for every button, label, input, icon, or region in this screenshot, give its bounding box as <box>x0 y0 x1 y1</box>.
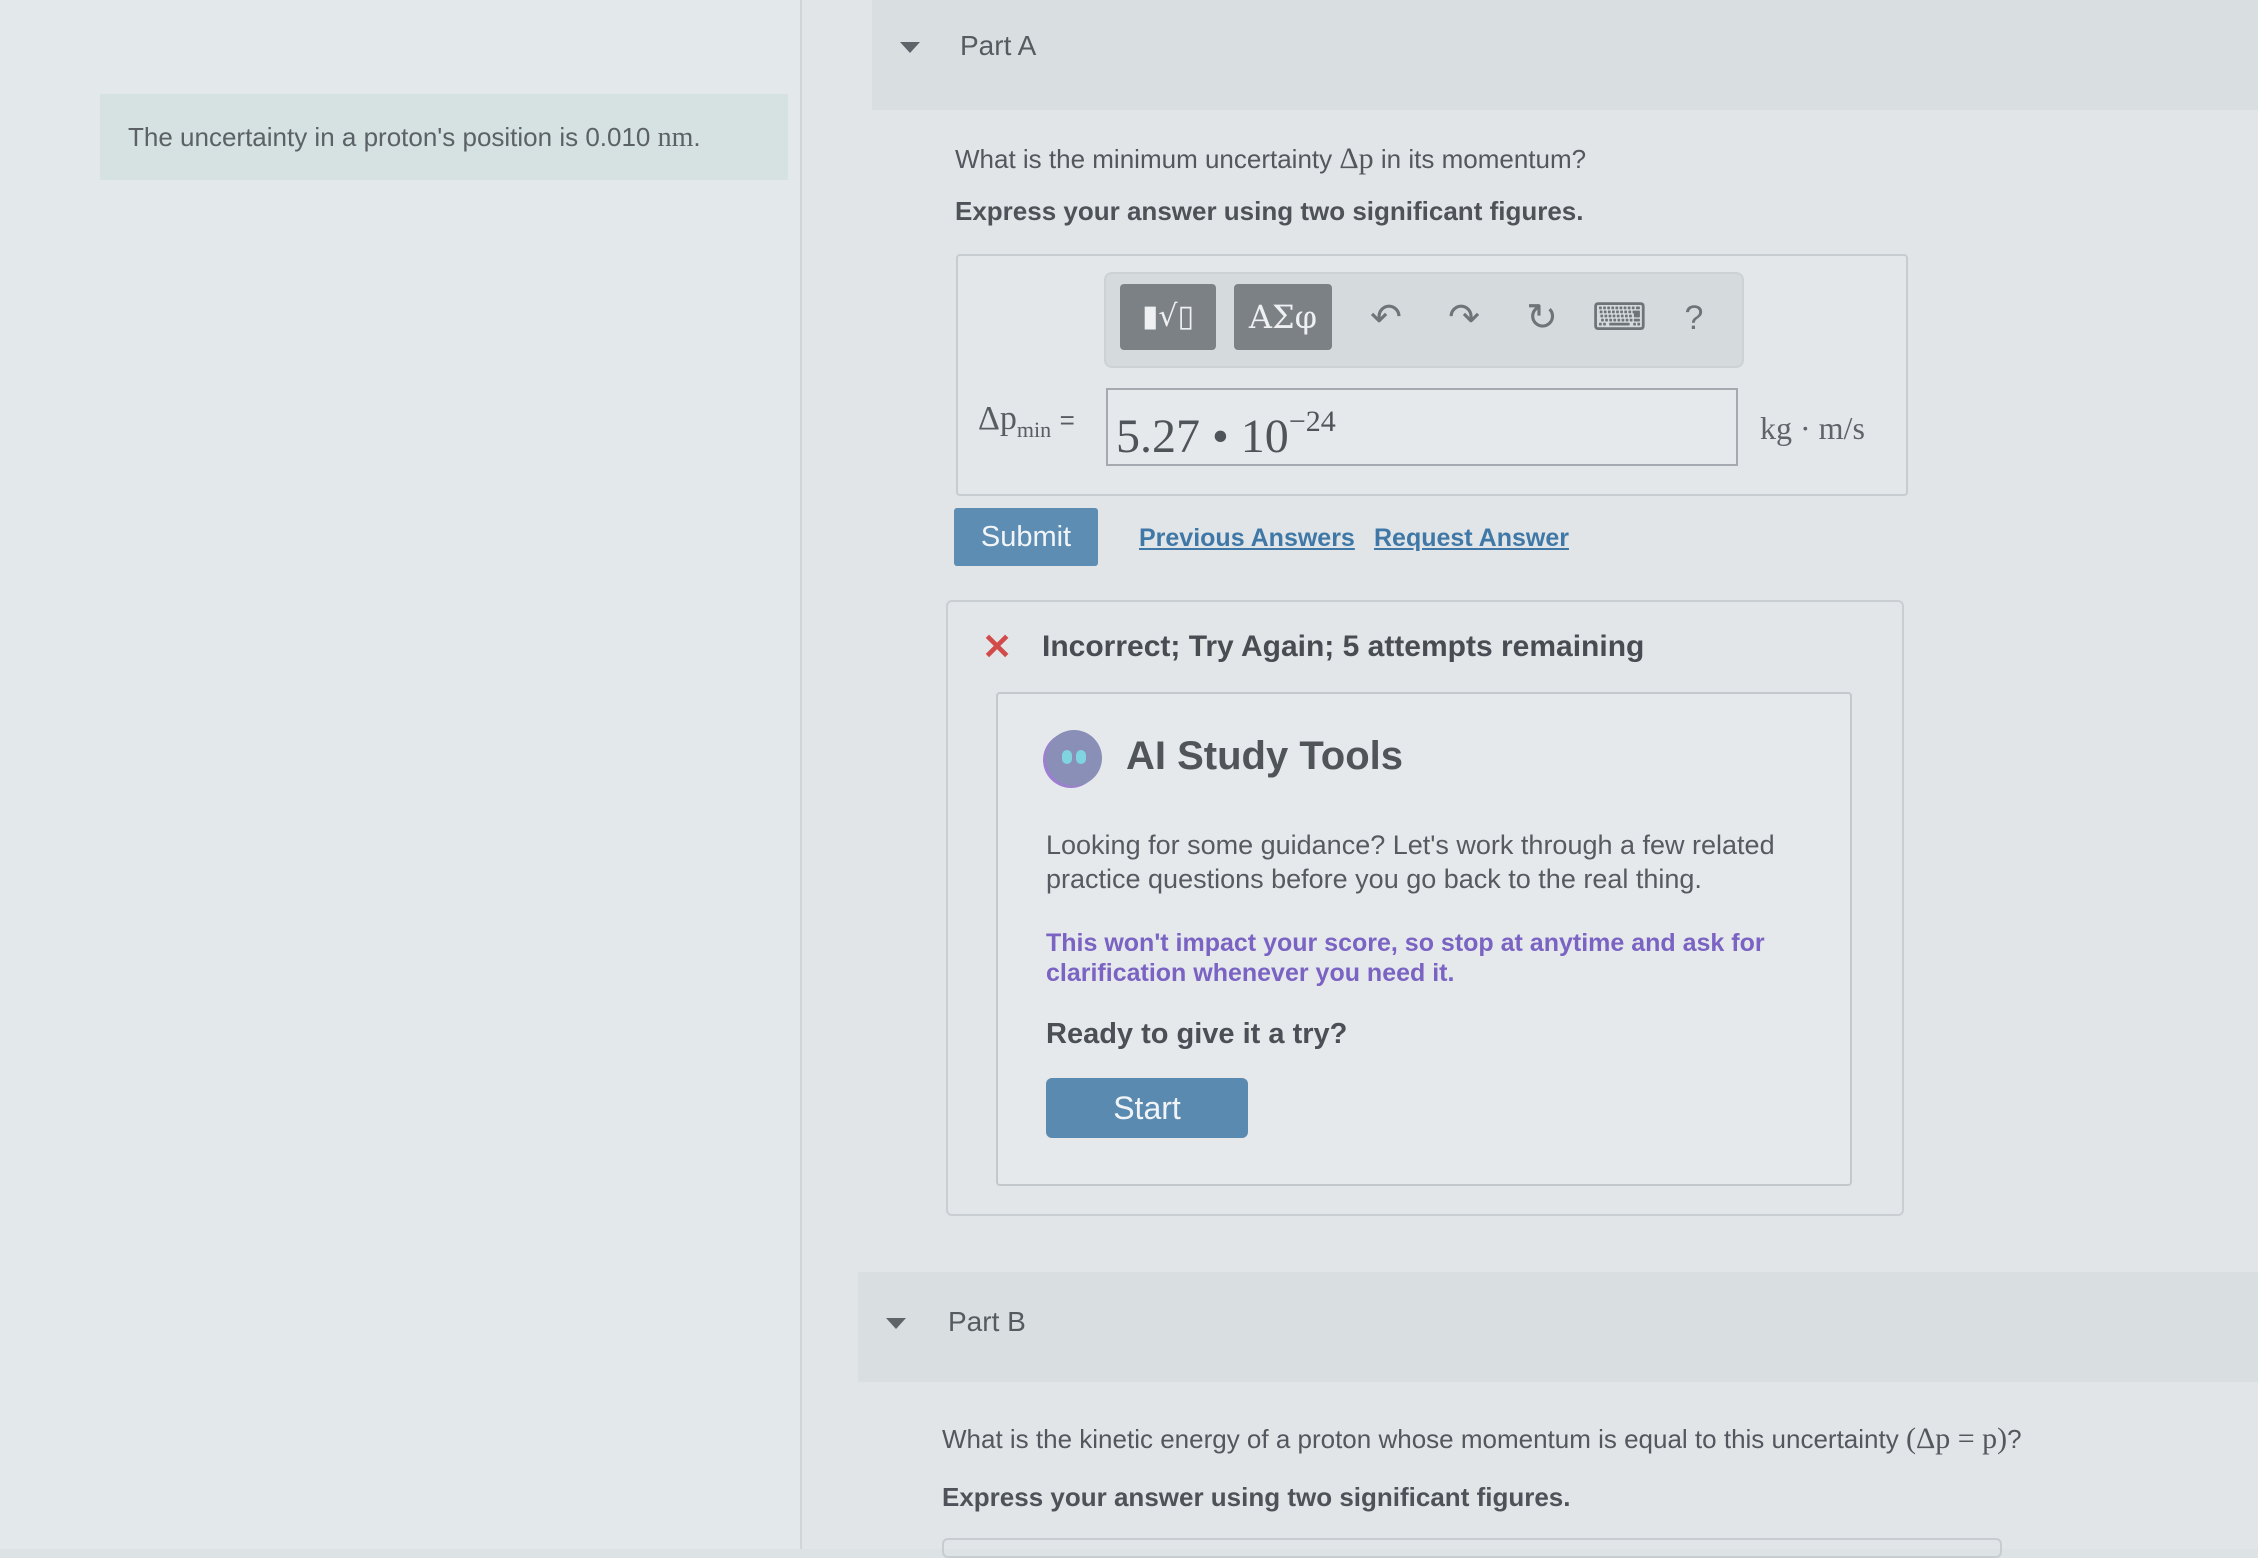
part-a-question-suffix: in its momentum? <box>1380 144 1587 174</box>
start-button[interactable]: Start <box>1046 1078 1248 1138</box>
part-b-question: What is the kinetic energy of a proton w… <box>942 1422 2022 1456</box>
ai-study-tools-prompt: Ready to give it a try? <box>1046 1018 1348 1050</box>
greek-symbols-button[interactable]: ΑΣφ <box>1234 284 1332 350</box>
part-a-instruction: Express your answer using two significan… <box>955 196 1584 226</box>
chevron-down-icon[interactable] <box>886 1318 906 1329</box>
help-icon[interactable]: ? <box>1668 292 1720 344</box>
undo-icon[interactable]: ↶ <box>1360 292 1412 344</box>
part-b-question-math: (Δp = p) <box>1905 1422 2008 1455</box>
part-b-question-prefix: What is the kinetic energy of a proton w… <box>942 1424 1899 1454</box>
answer-input[interactable]: 5.27 • 10−24 <box>1106 388 1738 466</box>
incorrect-icon: ✕ <box>982 626 1013 667</box>
submit-button[interactable]: Submit <box>954 508 1098 566</box>
part-b-question-suffix: ? <box>2007 1424 2022 1454</box>
reset-icon[interactable]: ↻ <box>1516 292 1568 344</box>
ai-study-tools-description: Looking for some guidance? Let's work th… <box>1046 830 1775 894</box>
part-a-question-symbol: Δp <box>1339 142 1374 175</box>
templates-button[interactable]: ▮√▯ <box>1120 284 1216 350</box>
variable-subscript: min <box>1016 416 1052 442</box>
part-a-question-prefix: What is the minimum uncertainty <box>955 144 1333 174</box>
previous-answers-link[interactable]: Previous Answers <box>1139 524 1355 553</box>
ai-assistant-icon <box>1046 730 1102 786</box>
answer-mantissa: 5.27 • 10 <box>1116 410 1289 463</box>
keyboard-icon[interactable]: ⌨ <box>1592 292 1647 344</box>
answer-unit: kg · m/s <box>1760 410 1865 446</box>
variable-symbol: Δp <box>978 400 1017 437</box>
request-answer-link[interactable]: Request Answer <box>1374 524 1569 553</box>
ai-study-tools-note: This won't impact your score, so stop at… <box>1046 929 1765 987</box>
part-b-answer-panel <box>942 1538 2002 1558</box>
math-toolbar: ▮√▯ ΑΣφ ↶ ↷ ↻ ⌨ ? <box>1104 272 1744 368</box>
position-unit: nm <box>657 122 694 153</box>
problem-statement-text: The uncertainty in a proton's position i… <box>128 122 651 152</box>
ai-icon-left-eye <box>1062 750 1072 764</box>
ai-icon-right-eye <box>1076 750 1086 764</box>
part-b-header[interactable]: Part B <box>858 1272 2258 1382</box>
part-a-title: Part A <box>960 30 1037 61</box>
ai-study-tools-title: AI Study Tools <box>1126 734 1404 778</box>
answer-exponent: −24 <box>1288 405 1336 438</box>
problem-statement-period: . <box>693 122 701 152</box>
redo-icon[interactable]: ↷ <box>1438 292 1490 344</box>
part-b-title: Part B <box>948 1306 1026 1337</box>
part-a-header[interactable]: Part A <box>872 0 2258 110</box>
feedback-message: Incorrect; Try Again; 5 attempts remaini… <box>1042 630 1645 663</box>
equals-sign: = <box>1059 405 1075 435</box>
answer-variable-label: Δpmin = <box>978 400 1075 443</box>
templates-icon: ▮√▯ <box>1141 299 1195 334</box>
problem-statement: The uncertainty in a proton's position i… <box>100 94 788 180</box>
problem-intro-column: The uncertainty in a proton's position i… <box>0 0 802 1549</box>
chevron-down-icon[interactable] <box>900 42 920 53</box>
part-a-question: What is the minimum uncertainty Δp in it… <box>955 142 1586 176</box>
part-b-instruction: Express your answer using two significan… <box>942 1482 1571 1512</box>
